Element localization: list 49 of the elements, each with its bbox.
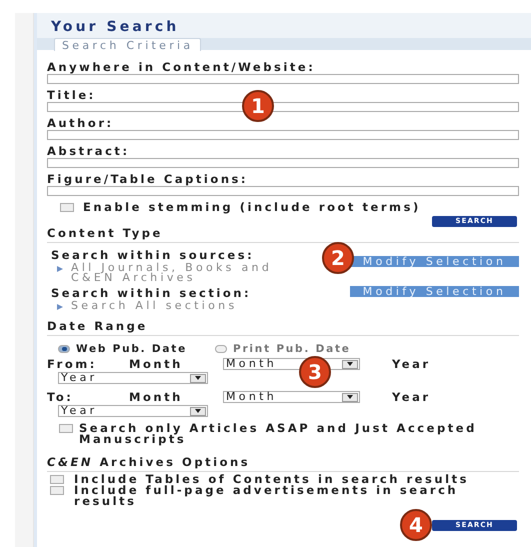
section-heading: Date Range [47, 321, 519, 336]
dropdown[interactable]: Year [58, 405, 208, 417]
input-field[interactable] [47, 186, 519, 196]
input-field[interactable] [47, 158, 519, 168]
field-label: Title: [47, 90, 96, 101]
radio-button[interactable] [214, 345, 227, 353]
caret-icon [190, 406, 206, 416]
group-label: Search within sources: [51, 250, 254, 261]
callout-badge: 3 [299, 356, 331, 388]
field-label: Anywhere in Content/Website: [47, 62, 316, 73]
caret-icon [342, 392, 358, 402]
checkbox-label: Enable stemming (include root terms) [83, 202, 421, 213]
checkbox-label: Search only Articles ASAP and Just Accepted Manuscripts [79, 423, 478, 445]
panel-title: Your Search [51, 19, 180, 35]
month-label: Month [129, 392, 184, 402]
checkbox[interactable] [50, 475, 64, 484]
checkbox-label: Include full-page advertisements in search results [74, 485, 458, 507]
field-label: Abstract: [47, 146, 130, 157]
group-label: Search within section: [51, 288, 252, 299]
checkbox[interactable] [50, 486, 64, 495]
checkbox-label: Include Tables of Contents in search results [74, 474, 469, 485]
field-label: Author: [47, 118, 114, 129]
source-link[interactable]: Search All sections [71, 301, 311, 311]
bullet-icon [57, 304, 63, 310]
section-heading: Content Type [47, 228, 519, 243]
dropdown[interactable]: Month [223, 391, 360, 403]
month-label: Month [129, 358, 184, 370]
caret-icon [190, 374, 206, 382]
tab[interactable]: Search Criteria [54, 38, 202, 51]
radio-label: Print Pub. Date [232, 343, 351, 355]
input-field[interactable] [47, 74, 519, 84]
section-heading: C&EN Archives Options [47, 457, 519, 472]
checkbox[interactable] [60, 203, 74, 212]
radio-button[interactable] [58, 345, 70, 353]
callout-badge: 4 [400, 509, 432, 541]
row-label: To: [47, 392, 74, 402]
callout-badge: 2 [322, 242, 354, 274]
input-field[interactable] [47, 130, 519, 140]
bullet-icon [57, 266, 63, 272]
field-label: Figure/Table Captions: [47, 174, 248, 185]
row-label: From: [47, 358, 98, 370]
caret-icon [342, 360, 358, 368]
year-label: Year [392, 392, 431, 402]
radio-label: Web Pub. Date [76, 343, 187, 355]
source-link[interactable]: All Journals, Books and C&EN Archives [71, 263, 311, 283]
year-label: Year [392, 358, 431, 370]
dropdown[interactable]: Year [58, 372, 208, 384]
callout-badge: 1 [242, 90, 274, 122]
checkbox[interactable] [59, 424, 73, 433]
